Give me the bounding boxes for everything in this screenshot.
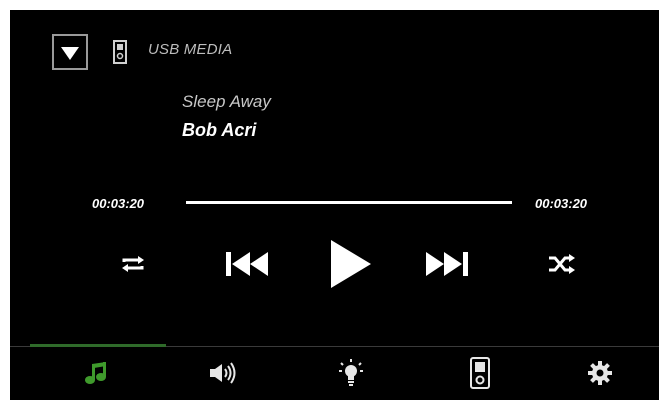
shuffle-icon xyxy=(549,254,575,274)
repeat-button[interactable] xyxy=(113,250,153,278)
source-dropdown-button[interactable] xyxy=(52,34,88,70)
total-time: 00:03:20 xyxy=(535,196,588,211)
lightbulb-icon xyxy=(339,359,363,386)
previous-button[interactable] xyxy=(219,242,275,286)
shuffle-button[interactable] xyxy=(542,248,582,280)
tab-settings[interactable] xyxy=(560,351,640,395)
next-button[interactable] xyxy=(419,242,475,286)
skip-next-icon xyxy=(426,252,468,276)
progress-fill xyxy=(186,201,512,204)
track-artist: Bob Acri xyxy=(182,120,257,140)
skip-previous-icon xyxy=(226,252,268,276)
elapsed-time: 00:03:20 xyxy=(92,196,145,211)
triangle-down-icon xyxy=(61,46,79,60)
tab-music[interactable] xyxy=(56,351,136,395)
play-button[interactable] xyxy=(318,232,382,296)
media-player-icon xyxy=(470,357,490,389)
repeat-icon xyxy=(122,256,144,272)
source-label: USB MEDIA xyxy=(148,41,233,58)
progress-bar[interactable] xyxy=(186,201,512,204)
tab-lighting[interactable] xyxy=(311,351,391,395)
active-tab-indicator xyxy=(30,344,166,347)
tab-sound[interactable] xyxy=(183,351,263,395)
music-note-icon xyxy=(85,362,106,384)
track-title: Sleep Away xyxy=(182,92,271,111)
speaker-icon xyxy=(210,362,236,384)
play-icon xyxy=(331,240,371,288)
media-player-screen: USB MEDIA Sleep Away Bob Acri 00:03:20 0… xyxy=(10,10,659,400)
tab-device[interactable] xyxy=(440,351,520,395)
gear-icon xyxy=(588,361,612,385)
usb-device-icon xyxy=(113,40,127,64)
